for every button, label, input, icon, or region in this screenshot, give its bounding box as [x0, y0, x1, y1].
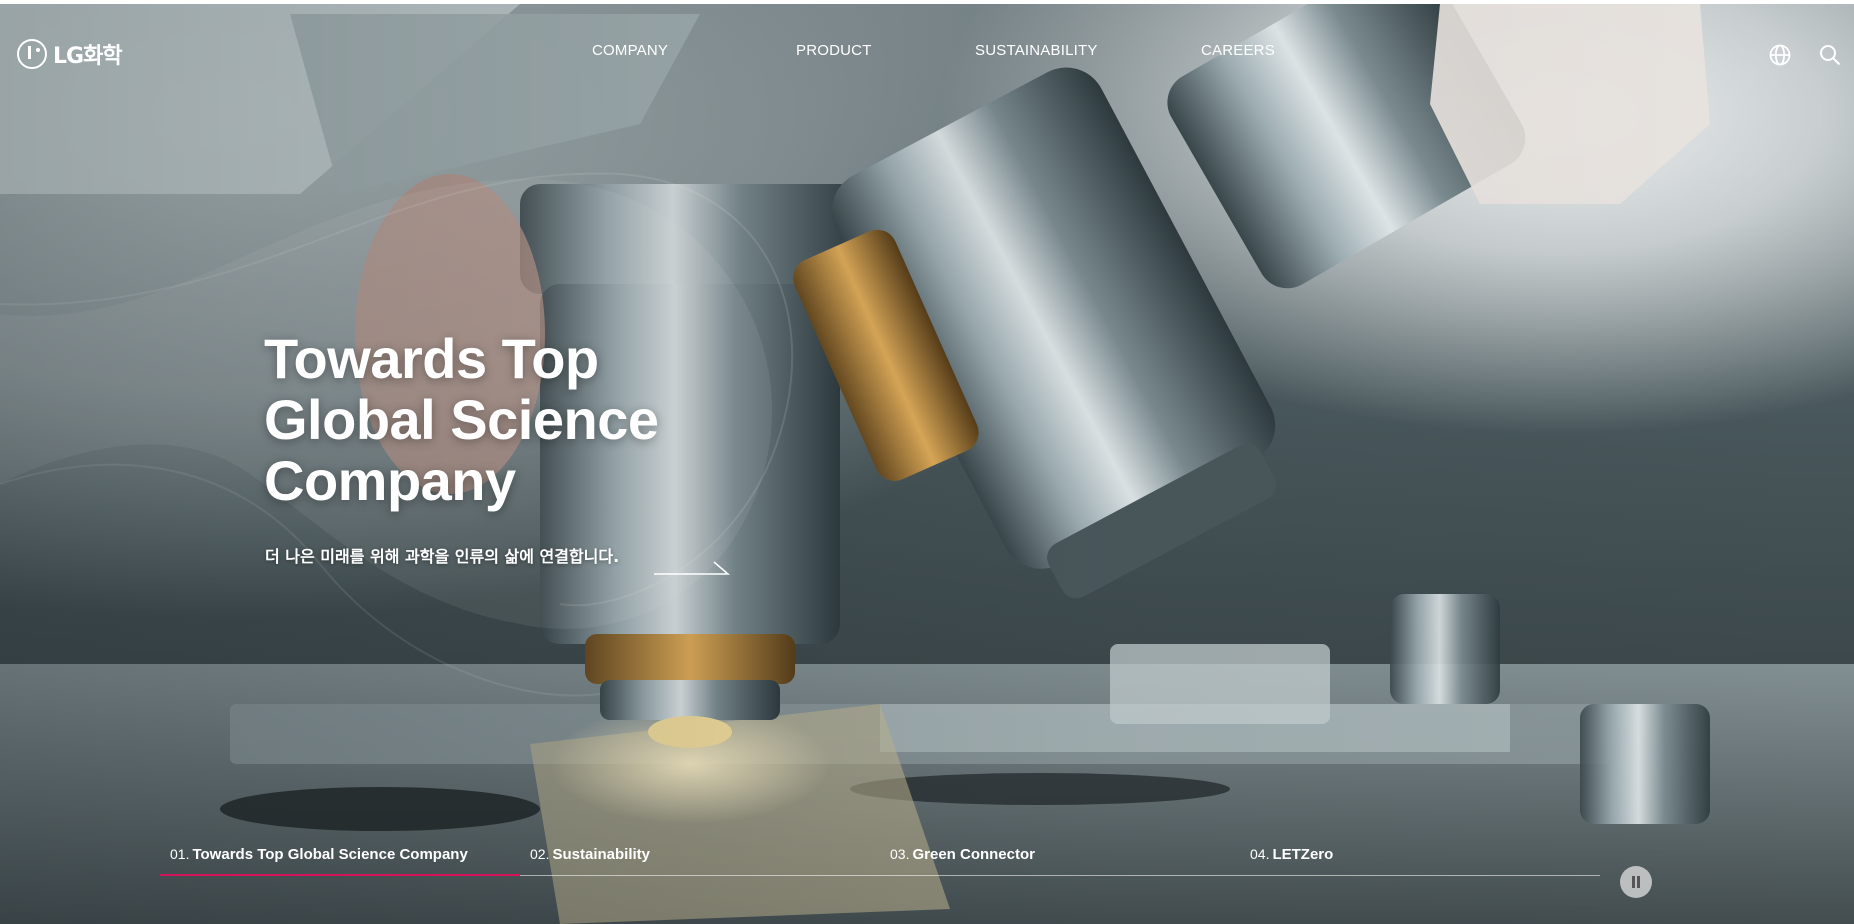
slide-progress-fill [160, 874, 520, 876]
slide-tab-number: 04. [1250, 846, 1270, 862]
slide-tab-label: Green Connector [912, 846, 1035, 863]
slide-tab-label: Sustainability [552, 846, 650, 863]
nav-careers[interactable]: CAREERS [1201, 42, 1275, 59]
site-header: LG화학 COMPANY PRODUCT SUSTAINABILITY CARE… [0, 0, 1854, 100]
globe-icon[interactable] [1768, 43, 1792, 67]
hero-title-line: Company [264, 449, 516, 512]
slide-tab-number: 03. [890, 846, 910, 862]
search-icon[interactable] [1818, 43, 1842, 67]
main-nav: COMPANY PRODUCT SUSTAINABILITY CAREERS [0, 42, 1854, 66]
slide-tab-4[interactable]: 04. LETZero [1250, 846, 1333, 863]
nav-sustainability[interactable]: SUSTAINABILITY [975, 42, 1098, 59]
slide-tab-2[interactable]: 02. Sustainability [530, 846, 650, 863]
slide-tab-number: 01. [170, 846, 190, 862]
slide-tab-label: LETZero [1272, 846, 1334, 863]
hero-title-line: Global Science [264, 388, 659, 451]
nav-company[interactable]: COMPANY [592, 42, 668, 59]
slide-tab-number: 02. [530, 846, 550, 862]
slide-tabs: 01. Towards Top Global Science Company 02… [160, 846, 1600, 876]
arrow-right-icon[interactable] [654, 558, 730, 576]
slide-tab-3[interactable]: 03. Green Connector [890, 846, 1035, 863]
pause-button[interactable] [1620, 866, 1652, 898]
slide-progress-track [160, 874, 1600, 876]
slide-tab-1[interactable]: 01. Towards Top Global Science Company [170, 846, 468, 863]
hero-title-line: Towards Top [264, 327, 599, 390]
hero-subtitle: 더 나은 미래를 위해 과학을 인류의 삶에 연결합니다. [265, 547, 620, 566]
nav-product[interactable]: PRODUCT [796, 42, 872, 59]
hero-title: Towards Top Global Science Company [264, 328, 904, 511]
slide-tab-label: Towards Top Global Science Company [192, 846, 468, 863]
